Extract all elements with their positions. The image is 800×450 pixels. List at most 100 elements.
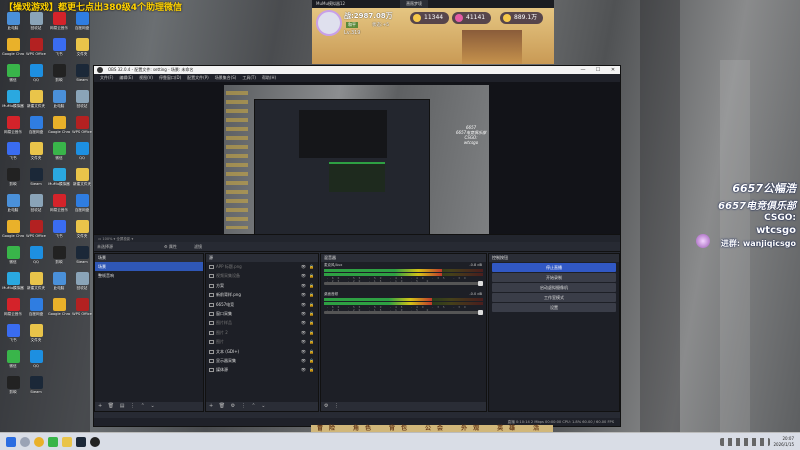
desktop-icon[interactable]: 剪映 (48, 64, 70, 82)
lock-icon[interactable]: 🔒 (309, 271, 314, 280)
desktop-icon[interactable]: MuMu模拟器 (48, 168, 70, 186)
desktop-icon[interactable]: Google Chrome (48, 298, 70, 316)
control-button[interactable]: 开始录制 (492, 273, 616, 282)
desktop-icon[interactable]: 百度网盘 (71, 12, 93, 30)
source-item[interactable]: 图片 2 👁 🔒 (206, 328, 318, 337)
desktop-icon[interactable]: WPS Office (25, 38, 47, 56)
visibility-eye-icon[interactable]: 👁 (301, 300, 306, 309)
visibility-eye-icon[interactable]: 👁 (301, 262, 306, 271)
desktop-icon[interactable]: 此电脑 (48, 90, 70, 108)
volume-slider-knob[interactable] (478, 281, 483, 286)
visibility-eye-icon[interactable]: 👁 (301, 309, 306, 318)
menu-item[interactable]: 视图(V) (139, 75, 153, 81)
volume-slider[interactable] (324, 281, 483, 286)
lock-icon[interactable]: 🔒 (309, 347, 314, 356)
obs-titlebar[interactable]: OBS 32.0.4 - 配置文件: setting - 场景: 未命名 — ☐… (94, 66, 620, 74)
visibility-eye-icon[interactable]: 👁 (301, 271, 306, 280)
game-tab-item[interactable]: 公会 (425, 425, 449, 432)
desktop-icon[interactable]: 飞书 (48, 220, 70, 238)
game-tab-item[interactable]: 英雄 (497, 425, 521, 432)
source-item[interactable]: 图片样品 👁 🔒 (206, 318, 318, 327)
mixer-menu-button[interactable]: ⋮ (334, 403, 341, 409)
desktop-icon[interactable]: 剪映 (48, 246, 70, 264)
desktop-icon[interactable]: 百度网盘 (25, 116, 47, 134)
menu-item[interactable]: 停靠窗口(D) (159, 75, 181, 81)
visibility-eye-icon[interactable]: 👁 (301, 347, 306, 356)
visibility-eye-icon[interactable]: 👁 (301, 337, 306, 346)
desktop-icon[interactable]: 文件夹 (71, 220, 93, 238)
minimize-button[interactable]: — (576, 66, 590, 74)
source-menu-button[interactable]: ⋮ (241, 403, 248, 409)
desktop-icon[interactable]: 回收站 (71, 272, 93, 290)
scene-item[interactable]: 整帧音响 (95, 271, 203, 280)
chrome-taskbar-icon[interactable] (34, 437, 44, 447)
properties-button[interactable]: ⚙ 属性 (164, 242, 177, 252)
game-tab[interactable]: 蔷薇梦境 (400, 0, 429, 8)
desktop-icon[interactable]: 飞书 (2, 324, 24, 342)
game-window[interactable]: MuMu模拟器12 蔷薇梦境 战:2987.08万 和平 状态:+5 Lv.31… (312, 0, 554, 64)
lock-icon[interactable]: 🔒 (309, 281, 314, 290)
obs-preview[interactable]: 6657 6657电竞俱乐部 CSGO: wtcsgo (94, 82, 620, 235)
lock-icon[interactable]: 🔒 (309, 262, 314, 271)
steam-taskbar-icon[interactable] (76, 437, 86, 447)
desktop-icon[interactable]: WPS Office (71, 298, 93, 316)
desktop-icon[interactable]: 百度网盘 (71, 194, 93, 212)
desktop-icon[interactable]: 微信 (2, 350, 24, 368)
game-titlebar[interactable]: MuMu模拟器12 蔷薇梦境 (312, 0, 554, 8)
desktop-icon[interactable]: 飞书 (48, 38, 70, 56)
scene-item[interactable]: 场景 (95, 262, 203, 272)
scene-settings-button[interactable]: ⋮ (130, 403, 137, 409)
desktop-icon[interactable]: 文件夹 (25, 142, 47, 160)
desktop-icon[interactable]: 网易云音乐 (48, 194, 70, 212)
desktop-icon[interactable]: 网易云音乐 (2, 298, 24, 316)
source-item[interactable]: 显示器采集 👁 🔒 (206, 356, 318, 365)
desktop-icon[interactable]: Google Chrome (48, 116, 70, 134)
desktop-icon[interactable]: 微信 (2, 246, 24, 264)
volume-slider-knob[interactable] (478, 310, 483, 315)
visibility-eye-icon[interactable]: 👁 (301, 365, 306, 374)
obs-taskbar-icon[interactable] (90, 437, 100, 447)
move-down-button[interactable]: ⌄ (150, 403, 156, 409)
source-item[interactable]: 方案 👁 🔒 (206, 281, 318, 290)
desktop-icon[interactable]: 微信 (2, 64, 24, 82)
source-item[interactable]: 图片 👁 🔒 (206, 337, 318, 346)
desktop-icon[interactable]: 百度网盘 (25, 298, 47, 316)
source-down-button[interactable]: ⌄ (261, 403, 267, 409)
hearts-counter[interactable]: 41141 (452, 12, 492, 24)
tray-icons[interactable] (720, 438, 770, 446)
source-item[interactable]: 窗口采集 👁 🔒 (206, 309, 318, 318)
visibility-eye-icon[interactable]: 👁 (301, 356, 306, 365)
source-item[interactable]: APP 标题.png 👁 🔒 (206, 262, 318, 271)
stamina-counter[interactable]: 11344 (410, 12, 450, 24)
desktop-icon[interactable]: 回收站 (71, 90, 93, 108)
desktop-icon[interactable]: Steam (71, 246, 93, 264)
add-source-button[interactable]: + (209, 403, 215, 409)
lock-icon[interactable]: 🔒 (309, 300, 314, 309)
remove-scene-button[interactable]: 🗑 (108, 403, 116, 409)
volume-slider[interactable] (324, 310, 483, 315)
desktop-icon[interactable]: 剪映 (2, 376, 24, 394)
control-button[interactable]: 设置 (492, 303, 616, 312)
lock-icon[interactable]: 🔒 (309, 318, 314, 327)
desktop-icon[interactable]: 此电脑 (48, 272, 70, 290)
visibility-eye-icon[interactable]: 👁 (301, 290, 306, 299)
desktop-icon[interactable]: 此电脑 (2, 12, 24, 30)
control-button[interactable]: 停止直播 (492, 263, 616, 272)
control-button[interactable]: 启动虚拟摄像机 (492, 283, 616, 292)
menu-item[interactable]: 文件(F) (100, 75, 113, 81)
source-item[interactable]: 媒体源 👁 🔒 (206, 365, 318, 374)
desktop-icon[interactable]: 网易云音乐 (2, 116, 24, 134)
source-item[interactable]: 文本 (GDI+) 👁 🔒 (206, 347, 318, 356)
visibility-eye-icon[interactable]: 👁 (301, 328, 306, 337)
desktop-icon[interactable]: WPS Office (25, 220, 47, 238)
desktop-icon[interactable]: Steam (25, 376, 47, 394)
lock-icon[interactable]: 🔒 (309, 356, 314, 365)
desktop-icon[interactable]: Google Chrome (2, 220, 24, 238)
game-tab-item[interactable]: 冒险 (317, 425, 341, 432)
desktop-icon[interactable]: Steam (25, 168, 47, 186)
lock-icon[interactable]: 🔒 (309, 365, 314, 374)
remove-source-button[interactable]: 🗑 (219, 403, 227, 409)
desktop-icon[interactable]: 回收站 (25, 194, 47, 212)
filters-button[interactable]: 滤镜 (194, 242, 202, 252)
maximize-button[interactable]: ☐ (591, 66, 605, 74)
